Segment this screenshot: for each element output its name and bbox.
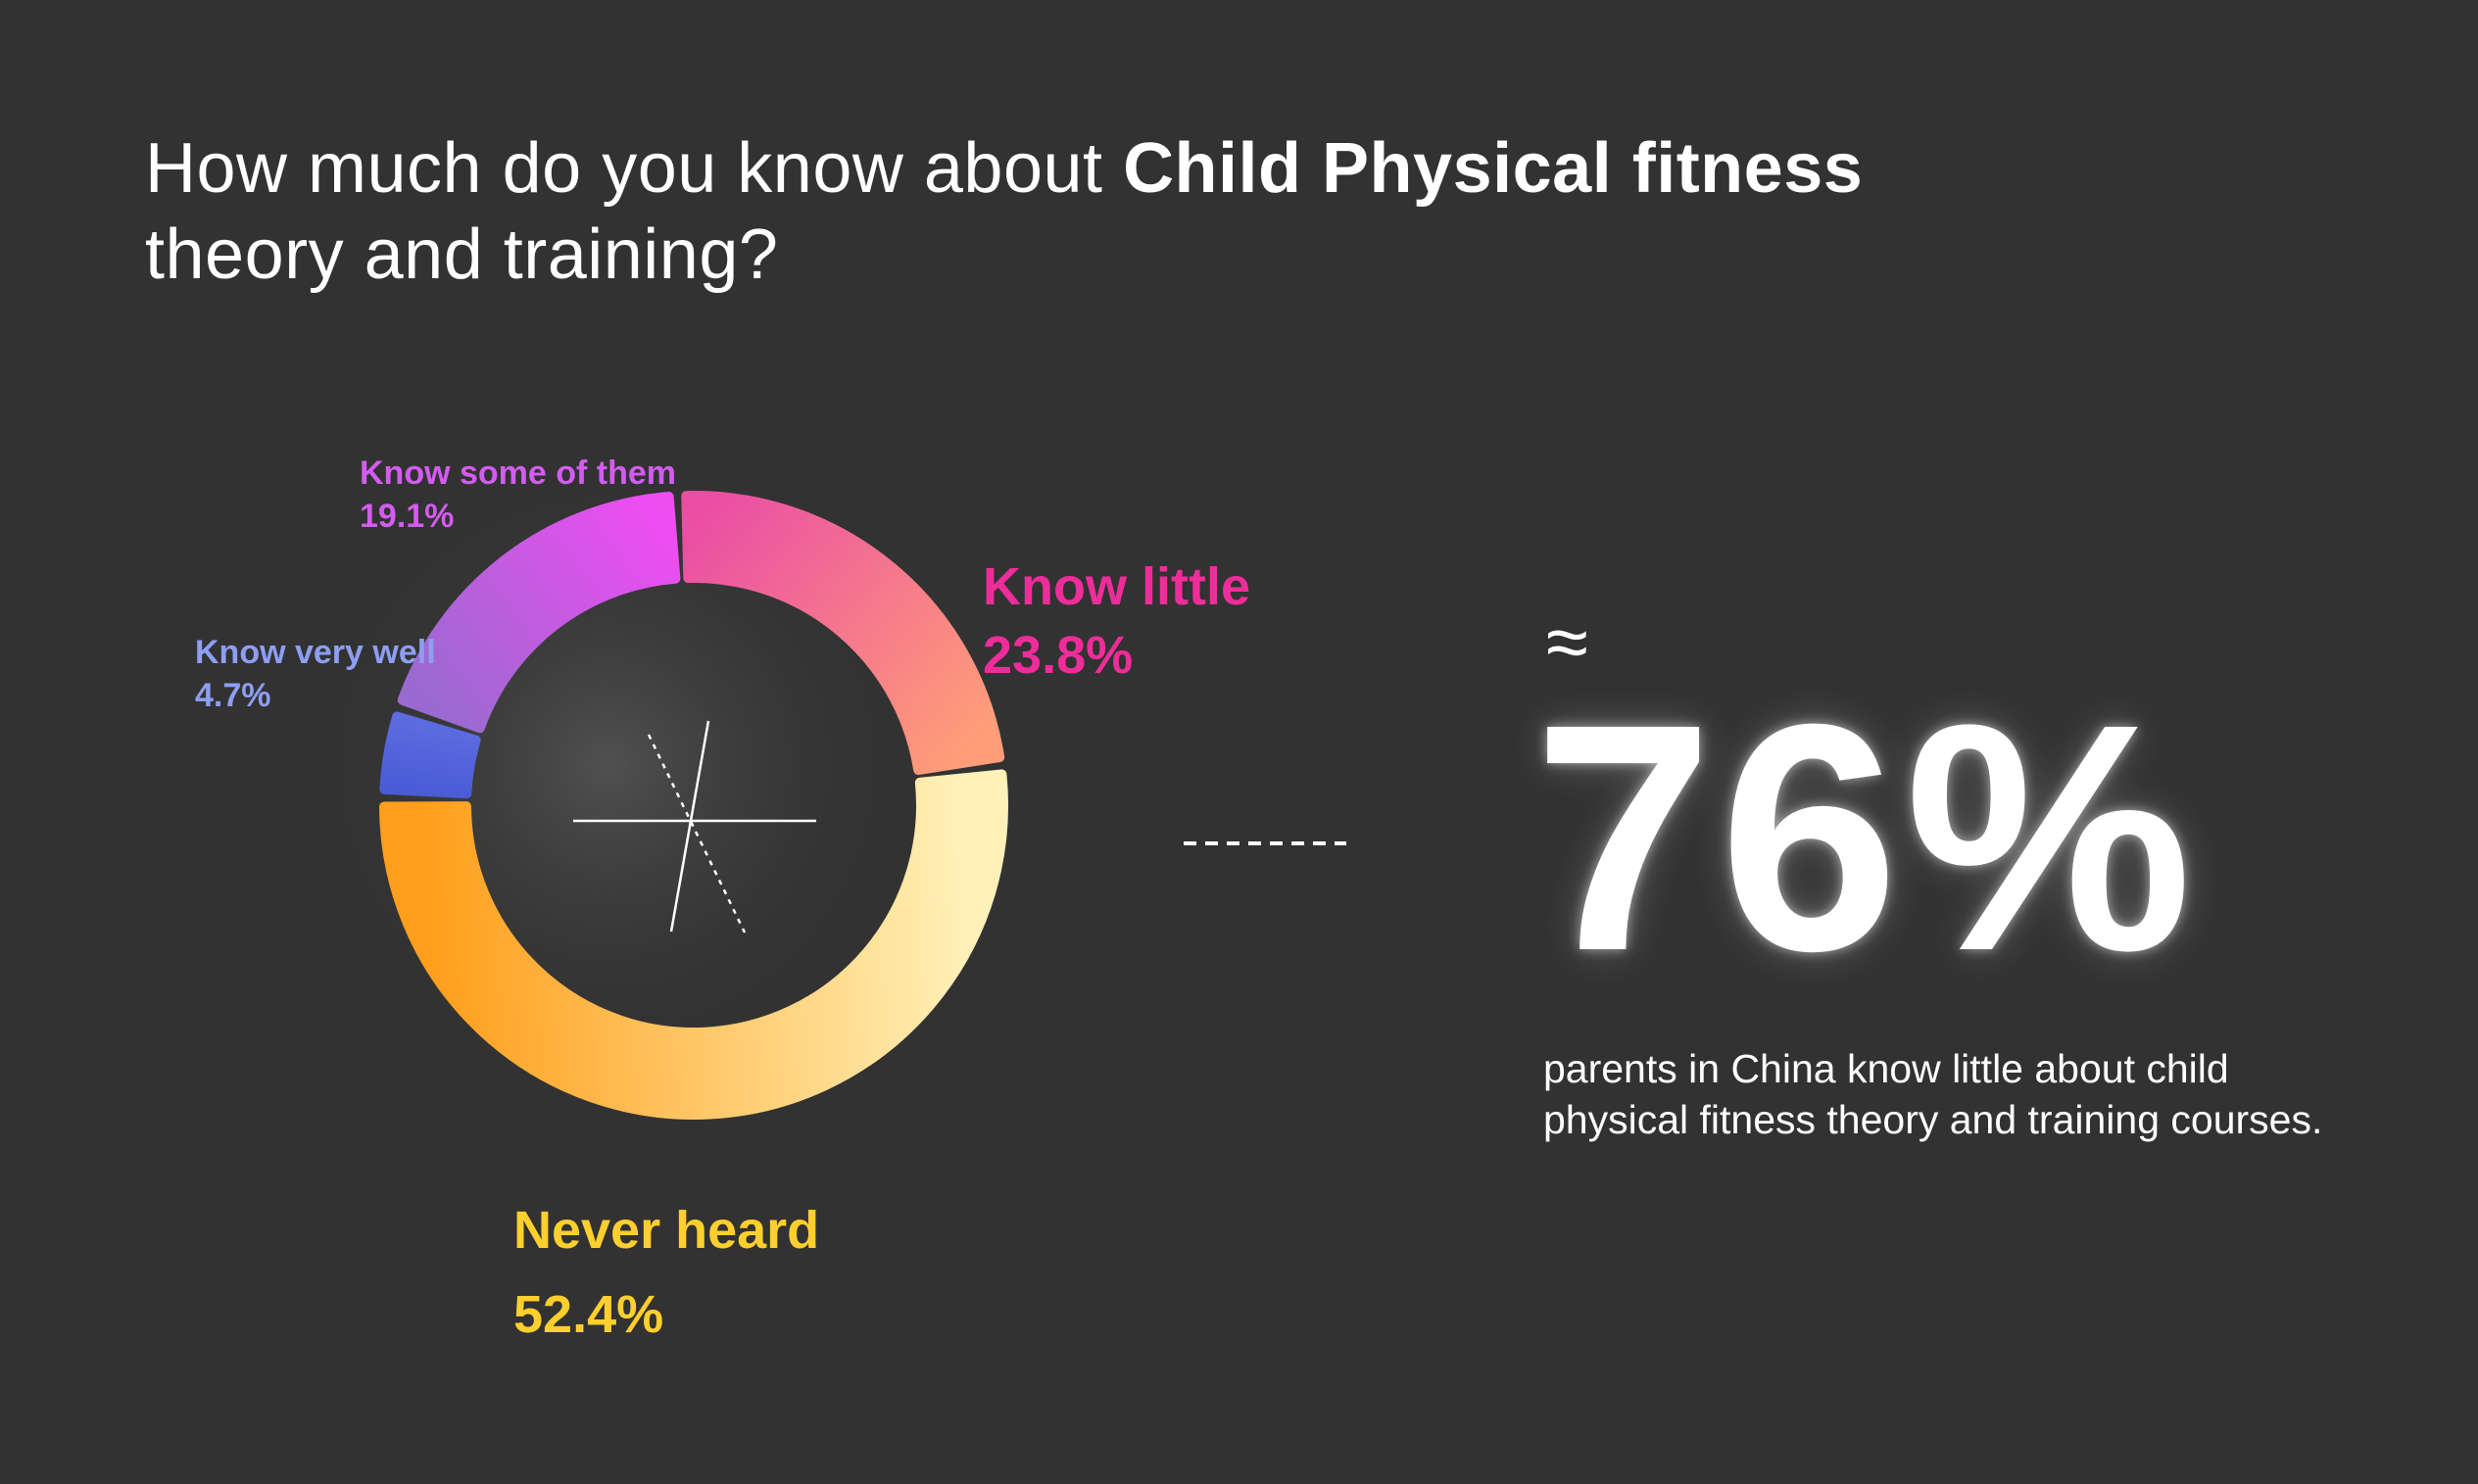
label-know-very-well-name: Know very well [195, 634, 436, 671]
summary-description: parents in China know little about child… [1543, 1046, 2323, 1142]
label-know-little-value: 23.8% [983, 626, 1134, 685]
label-know-some: Know some of them 19.1% [360, 452, 676, 538]
label-know-some-value: 19.1% [360, 498, 455, 535]
label-know-very-well-value: 4.7% [195, 677, 271, 714]
label-know-very-well: Know very well 4.7% [195, 631, 436, 717]
label-know-little-name: Know little [983, 557, 1250, 616]
label-never-heard-value: 52.4% [513, 1285, 664, 1344]
big-percentage: 76% [1533, 656, 2199, 1018]
label-know-little: Know little 23.8% [983, 552, 1250, 690]
label-never-heard-name: Never heard [513, 1201, 820, 1260]
label-know-some-name: Know some of them [360, 455, 677, 492]
label-never-heard: Never heard 52.4% [513, 1196, 819, 1349]
